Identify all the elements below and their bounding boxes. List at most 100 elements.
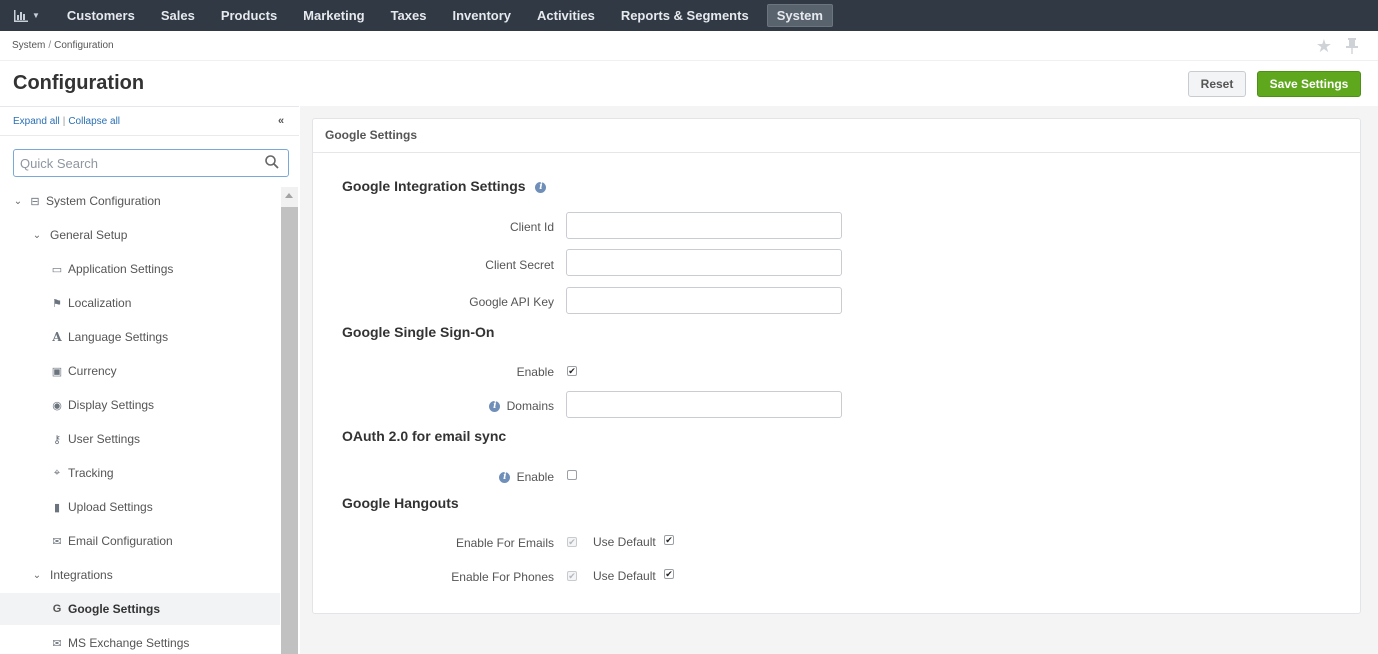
chevron-down-icon[interactable]: ⌄	[32, 230, 42, 241]
enable-for-phones-label: Enable For Phones	[451, 570, 554, 584]
tree-item-label: Tracking	[68, 466, 114, 480]
sidebar-scrollbar[interactable]	[281, 187, 298, 654]
google-api-key-field[interactable]	[566, 287, 842, 314]
section-heading: Google Integration Settings	[342, 178, 526, 194]
chevron-down-icon[interactable]: ⌄	[13, 196, 23, 207]
nav-reports-segments[interactable]: Reports & Segments	[608, 0, 762, 31]
search-icon[interactable]	[265, 155, 279, 169]
nav-customers[interactable]: Customers	[54, 0, 148, 31]
tree-item-currency[interactable]: ▣ Currency	[0, 355, 280, 387]
info-icon[interactable]: i	[535, 181, 547, 193]
google-api-key-label: Google API Key	[469, 295, 554, 309]
tree-item-integrations[interactable]: ⌄ Integrations	[0, 559, 280, 591]
tree-item-google-settings[interactable]: G Google Settings	[0, 593, 280, 625]
section-single-sign-on: Google Single Sign-On	[342, 324, 495, 340]
star-icon[interactable]: ★	[1316, 36, 1332, 57]
key-icon: ⚷	[52, 433, 62, 446]
chevron-down-icon[interactable]: ⌄	[32, 570, 42, 581]
link-separator: |	[62, 116, 66, 127]
envelope-icon: ✉	[52, 535, 62, 548]
dashboard-menu[interactable]: ▼	[0, 0, 54, 31]
tree-item-label: Currency	[68, 364, 117, 378]
google-icon: G	[52, 603, 62, 615]
enable-for-phones-checkbox[interactable]: ✔	[567, 571, 577, 581]
breadcrumb-configuration: Configuration	[54, 40, 114, 51]
tree-item-ms-exchange-settings[interactable]: ✉ MS Exchange Settings	[0, 627, 280, 654]
info-icon[interactable]: i	[499, 472, 511, 484]
crosshairs-icon: ⌖	[53, 466, 61, 479]
caret-down-icon: ▼	[32, 11, 40, 20]
tree-item-label: Google Settings	[68, 602, 161, 616]
page-actions: ★	[1316, 36, 1358, 57]
enable-for-emails-checkbox[interactable]: ✔	[567, 537, 577, 547]
quick-search-input[interactable]	[14, 150, 254, 176]
flag-icon: ⚑	[52, 297, 62, 310]
tree-item-label: Application Settings	[68, 262, 174, 276]
nav-marketing[interactable]: Marketing	[290, 0, 377, 31]
tree-item-general-setup[interactable]: ⌄ General Setup	[0, 219, 280, 251]
monitor-icon: ▭	[51, 263, 63, 276]
drive-icon: ⊟	[30, 195, 40, 208]
sso-enable-checkbox[interactable]: ✔	[567, 366, 577, 376]
nav-inventory[interactable]: Inventory	[439, 0, 524, 31]
breadcrumb-system[interactable]: System	[12, 40, 45, 51]
divider	[0, 60, 1378, 61]
tree-item-label: System Configuration	[46, 194, 161, 208]
tree-item-email-configuration[interactable]: ✉ Email Configuration	[0, 525, 280, 557]
collapse-sidebar-icon[interactable]: «	[278, 115, 284, 127]
client-secret-field[interactable]	[566, 249, 842, 276]
phones-use-default-checkbox[interactable]: ✔	[664, 569, 674, 579]
top-navigation: ▼ Customers Sales Products Marketing Tax…	[0, 0, 1378, 31]
card-header: Google Settings	[313, 119, 1360, 153]
money-icon: ▣	[51, 365, 63, 378]
info-icon[interactable]: i	[489, 401, 501, 413]
scrollbar-thumb[interactable]	[281, 207, 298, 654]
font-icon: A	[52, 330, 62, 344]
emails-use-default-checkbox[interactable]: ✔	[664, 535, 674, 545]
save-settings-button[interactable]: Save Settings	[1257, 71, 1361, 97]
phones-use-default-label: Use Default	[593, 569, 656, 583]
reset-button[interactable]: Reset	[1188, 71, 1246, 97]
expand-all-link[interactable]: Expand all	[13, 116, 60, 127]
tree-item-user-settings[interactable]: ⚷ User Settings	[0, 423, 280, 455]
nav-system[interactable]: System	[766, 4, 833, 27]
eye-icon: ◉	[52, 399, 62, 412]
tree-item-label: MS Exchange Settings	[68, 636, 190, 650]
pin-icon[interactable]	[1346, 38, 1358, 54]
tree-item-system-configuration[interactable]: ⌄ ⊟ System Configuration	[0, 185, 280, 217]
tree-item-display-settings[interactable]: ◉ Display Settings	[0, 389, 280, 421]
section-google-hangouts: Google Hangouts	[342, 495, 459, 511]
file-icon: ▮	[53, 501, 61, 514]
tree-item-upload-settings[interactable]: ▮ Upload Settings	[0, 491, 280, 523]
tree-item-tracking[interactable]: ⌖ Tracking	[0, 457, 280, 489]
tree-item-label: Display Settings	[68, 398, 155, 412]
card-title: Google Settings	[325, 128, 418, 142]
nav-sales[interactable]: Sales	[148, 0, 208, 31]
client-id-field[interactable]	[566, 212, 842, 239]
tree-item-label: User Settings	[68, 432, 141, 446]
emails-use-default-label: Use Default	[593, 535, 656, 549]
nav-taxes[interactable]: Taxes	[378, 0, 440, 31]
breadcrumb-separator: /	[48, 40, 52, 51]
collapse-all-link[interactable]: Collapse all	[68, 116, 120, 127]
scroll-up-arrow-icon[interactable]	[285, 193, 293, 198]
envelope-icon: ✉	[52, 637, 62, 650]
tree-item-application-settings[interactable]: ▭ Application Settings	[0, 253, 280, 285]
tree-item-label: Localization	[68, 296, 132, 310]
nav-activities[interactable]: Activities	[524, 0, 608, 31]
divider	[0, 135, 299, 136]
client-secret-label: Client Secret	[485, 258, 554, 272]
breadcrumb: System / Configuration	[12, 40, 114, 51]
tree-item-language-settings[interactable]: A Language Settings	[0, 321, 280, 353]
domains-label-text: Domains	[506, 399, 554, 413]
tree-controls: Expand all | Collapse all	[13, 116, 120, 127]
tree-item-localization[interactable]: ⚑ Localization	[0, 287, 280, 319]
oauth-enable-checkbox[interactable]	[567, 470, 577, 480]
section-google-integration: Google Integration Settings i	[342, 178, 547, 194]
sso-enable-label: Enable	[516, 365, 554, 379]
page-title: Configuration	[13, 72, 145, 94]
nav-products[interactable]: Products	[208, 0, 290, 31]
config-sidebar: Expand all|Collapse all « ⌄ ⊟ System Con…	[0, 106, 299, 654]
domains-field[interactable]	[566, 391, 842, 418]
section-oauth: OAuth 2.0 for email sync	[342, 428, 507, 444]
